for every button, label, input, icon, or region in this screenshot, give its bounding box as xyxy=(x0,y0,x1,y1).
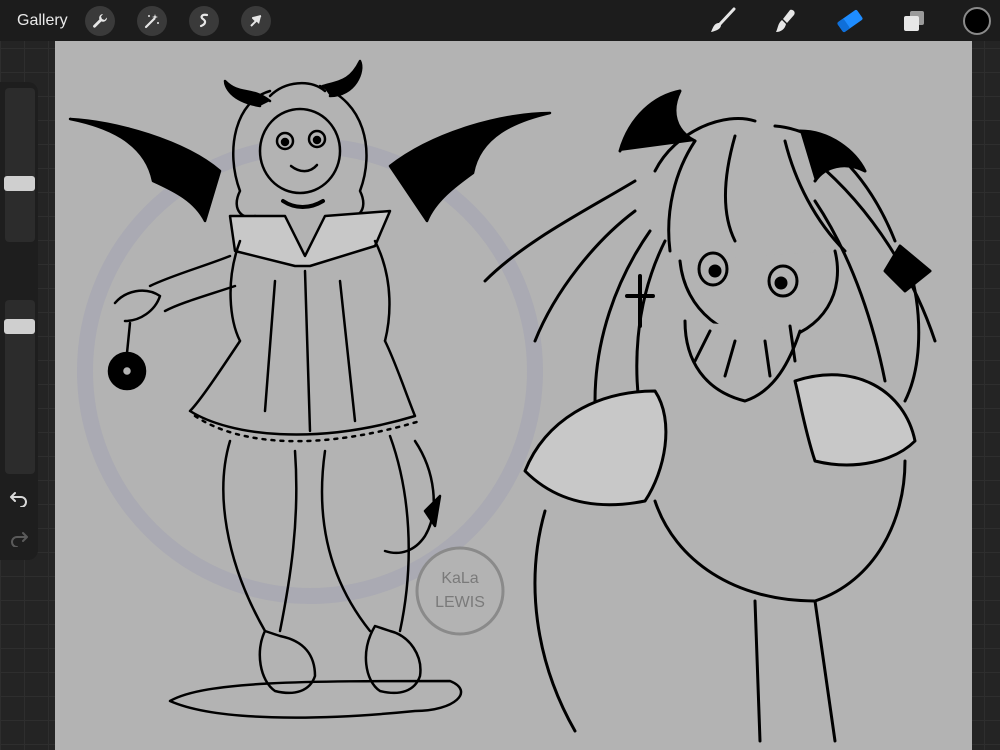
color-picker-swatch[interactable] xyxy=(963,6,991,35)
adjustments-button[interactable] xyxy=(136,5,167,36)
transform-arrow-icon xyxy=(249,14,261,27)
tool-palette xyxy=(707,0,1000,41)
stamp-line2: LEWIS xyxy=(435,594,485,611)
smudge-icon xyxy=(776,9,795,32)
selection-icon xyxy=(199,13,208,27)
brush-tool[interactable] xyxy=(707,6,737,36)
undo-icon[interactable] xyxy=(9,491,29,507)
eraser-icon xyxy=(837,9,863,32)
wrench-icon xyxy=(92,13,107,28)
gallery-button[interactable]: Gallery xyxy=(17,12,68,30)
layers-icon xyxy=(904,10,924,31)
brush-size-slider[interactable] xyxy=(4,88,35,242)
left-sidebar xyxy=(0,82,38,560)
opacity-slider[interactable] xyxy=(4,300,35,474)
drawing-canvas[interactable]: KaLa LEWIS xyxy=(55,41,972,750)
brush-icon xyxy=(711,7,736,32)
brush-size-handle[interactable] xyxy=(4,176,35,191)
top-toolbar: Gallery xyxy=(0,0,1000,41)
actions-button[interactable] xyxy=(84,5,115,36)
opacity-handle[interactable] xyxy=(4,319,35,334)
signature-stamp: KaLa LEWIS xyxy=(415,546,505,636)
magic-wand-icon xyxy=(144,13,159,28)
eraser-tool[interactable] xyxy=(835,6,865,36)
right-figure xyxy=(483,89,937,743)
layers-tool[interactable] xyxy=(899,6,929,36)
redo-icon[interactable] xyxy=(9,531,29,547)
smudge-tool[interactable] xyxy=(771,6,801,36)
transform-button[interactable] xyxy=(240,5,271,36)
stamp-line1: KaLa xyxy=(441,570,478,587)
character-artwork: KaLa LEWIS xyxy=(68,59,937,743)
selection-button[interactable] xyxy=(188,5,219,36)
